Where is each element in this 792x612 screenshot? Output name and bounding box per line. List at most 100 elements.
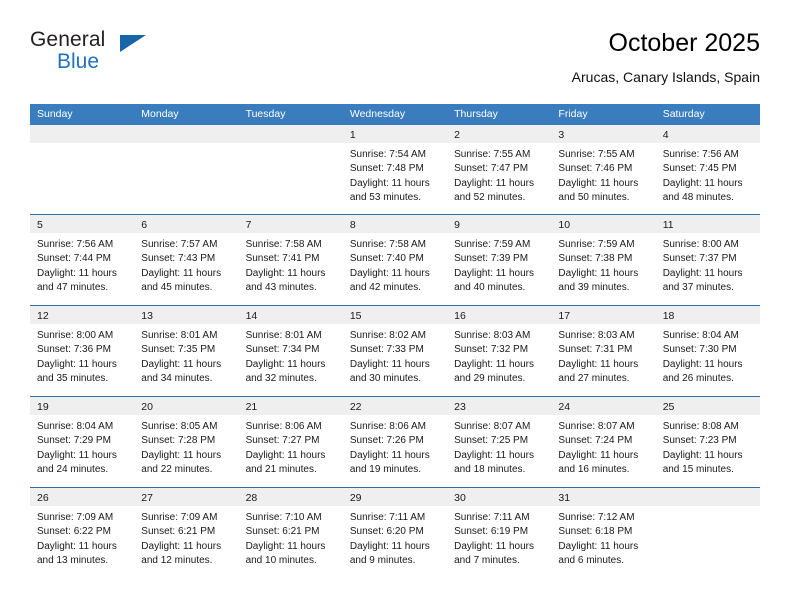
calendar-day-cell[interactable]: 16 Sunrise: 8:03 AM Sunset: 7:32 PM Dayligh… — [447, 306, 552, 396]
day-number: 5 — [37, 219, 43, 231]
day-info-line: Sunrise: 7:58 AM — [245, 239, 322, 250]
day-info-line: Daylight: 11 hours — [454, 540, 534, 552]
day-info-line: and 9 minutes. — [349, 555, 416, 567]
calendar-cell-empty — [655, 488, 760, 578]
day-info-line: Sunset: 7:47 PM — [454, 163, 529, 175]
calendar-day-cell[interactable]: 3 Sunrise: 7:55 AM Sunset: 7:46 PM Daylight… — [551, 125, 656, 214]
day-info-line: and 40 minutes. — [454, 282, 526, 294]
day-info-line: and 12 minutes. — [141, 555, 213, 567]
calendar-day-cell[interactable]: 11 Sunrise: 8:00 AM Sunset: 7:37 PM Dayligh… — [655, 215, 760, 305]
calendar-day-cell[interactable]: 8 Sunrise: 7:58 AM Sunset: 7:40 PM Daylight… — [342, 215, 448, 305]
day-details — [30, 143, 134, 148]
day-number-band — [134, 125, 239, 143]
day-details: Sunrise: 8:03 AM Sunset: 7:32 PM Daylight:… — [447, 324, 551, 387]
day-number: 17 — [558, 310, 571, 322]
day-details: Sunrise: 8:00 AM Sunset: 7:36 PM Daylight:… — [30, 324, 134, 387]
day-details: Sunrise: 8:06 AM Sunset: 7:27 PM Daylight:… — [239, 415, 343, 478]
day-details: Sunrise: 7:12 AM Sunset: 6:18 PM Daylight:… — [551, 506, 655, 569]
day-details: Sunrise: 8:01 AM Sunset: 7:35 PM Daylight:… — [134, 324, 238, 387]
calendar-week-row: 1 Sunrise: 7:54 AM Sunset: 7:48 PM Daylight… — [30, 125, 760, 214]
day-number-band: 4 — [655, 125, 760, 143]
day-details — [239, 143, 343, 148]
day-number: 16 — [454, 310, 466, 322]
calendar-day-cell[interactable]: 19 Sunrise: 8:04 AM Sunset: 7:29 PM Dayligh… — [30, 397, 135, 487]
day-number-band: 1 — [342, 125, 448, 143]
calendar-day-cell[interactable]: 7 Sunrise: 7:58 AM Sunset: 7:41 PM Daylight… — [238, 215, 343, 305]
day-info-line: Daylight: 11 hours — [662, 449, 743, 461]
calendar-day-cell[interactable]: 20 Sunrise: 8:05 AM Sunset: 7:28 PM Dayligh… — [134, 397, 239, 487]
calendar-day-cell[interactable]: 30 Sunrise: 7:11 AM Sunset: 6:19 PM Dayligh… — [447, 488, 552, 578]
day-info-line: Sunset: 7:45 PM — [662, 163, 737, 175]
calendar-day-cell[interactable]: 25 Sunrise: 8:08 AM Sunset: 7:23 PM Dayligh… — [655, 397, 760, 487]
day-info-line: Sunset: 7:29 PM — [37, 435, 111, 447]
day-info-line: Daylight: 11 hours — [141, 449, 222, 461]
day-info-line: Sunset: 7:36 PM — [37, 344, 111, 356]
day-number: 6 — [141, 219, 148, 231]
logo-text-general: General — [30, 28, 106, 51]
day-info-line: Daylight: 11 hours — [662, 267, 743, 279]
calendar-day-cell[interactable]: 14 Sunrise: 8:01 AM Sunset: 7:34 PM Dayligh… — [238, 306, 343, 396]
day-info-line: Sunset: 7:44 PM — [37, 253, 111, 265]
calendar-day-cell[interactable]: 4 Sunrise: 7:56 AM Sunset: 7:45 PM Daylight… — [655, 125, 760, 214]
day-number-band: 29 — [342, 488, 448, 506]
calendar-week-row: 26 Sunrise: 7:09 AM Sunset: 6:22 PM Dayligh… — [30, 487, 760, 578]
calendar-day-cell[interactable]: 27 Sunrise: 7:09 AM Sunset: 6:21 PM Dayligh… — [134, 488, 239, 578]
day-info-line: Daylight: 11 hours — [558, 267, 639, 279]
weekday-header-sunday: Sunday — [37, 108, 73, 120]
day-number-band: 27 — [134, 488, 239, 506]
day-info-line: Sunset: 7:37 PM — [662, 253, 737, 265]
calendar-day-cell[interactable]: 24 Sunrise: 8:07 AM Sunset: 7:24 PM Dayligh… — [551, 397, 656, 487]
day-info-line: Daylight: 11 hours — [662, 177, 743, 189]
calendar-day-cell[interactable]: 5 Sunrise: 7:56 AM Sunset: 7:44 PM Daylight… — [30, 215, 135, 305]
day-number-band: 30 — [447, 488, 552, 506]
day-number: 2 — [454, 129, 460, 141]
day-details: Sunrise: 7:59 AM Sunset: 7:38 PM Daylight:… — [551, 233, 655, 296]
calendar-day-cell[interactable]: 17 Sunrise: 8:03 AM Sunset: 7:31 PM Dayligh… — [551, 306, 656, 396]
day-info-line: and 35 minutes. — [37, 373, 109, 385]
day-details: Sunrise: 7:10 AM Sunset: 6:21 PM Daylight:… — [239, 506, 343, 569]
day-info-line: Sunset: 7:23 PM — [662, 435, 737, 447]
logo-triangle-icon — [120, 35, 146, 52]
day-number-band: 7 — [238, 215, 343, 233]
calendar-cell-empty — [134, 125, 239, 214]
day-info-line: and 24 minutes. — [37, 464, 109, 476]
general-blue-logo: General Blue — [30, 28, 170, 84]
calendar-day-cell[interactable]: 2 Sunrise: 7:55 AM Sunset: 7:47 PM Daylight… — [447, 125, 552, 214]
day-info-line: Sunset: 7:35 PM — [141, 344, 216, 356]
calendar-cell-empty — [30, 125, 135, 214]
calendar-day-cell[interactable]: 15 Sunrise: 8:02 AM Sunset: 7:33 PM Dayligh… — [342, 306, 448, 396]
day-info-line: Sunset: 6:21 PM — [141, 526, 216, 538]
day-info-line: Sunrise: 7:11 AM — [349, 512, 426, 523]
calendar-day-cell[interactable]: 1 Sunrise: 7:54 AM Sunset: 7:48 PM Daylight… — [342, 125, 448, 214]
calendar-day-cell[interactable]: 10 Sunrise: 7:59 AM Sunset: 7:38 PM Dayligh… — [551, 215, 656, 305]
day-info-line: Sunrise: 7:55 AM — [454, 149, 531, 160]
weekday-header-saturday: Saturday — [662, 108, 705, 120]
day-info-line: Sunrise: 7:11 AM — [454, 512, 530, 523]
day-info-line: Sunrise: 8:07 AM — [558, 421, 635, 432]
day-info-line: Sunrise: 7:09 AM — [37, 512, 114, 523]
day-details: Sunrise: 7:09 AM Sunset: 6:21 PM Daylight:… — [134, 506, 238, 569]
calendar-day-cell[interactable]: 29 Sunrise: 7:11 AM Sunset: 6:20 PM Dayligh… — [342, 488, 448, 578]
calendar-day-cell[interactable]: 23 Sunrise: 8:07 AM Sunset: 7:25 PM Dayligh… — [447, 397, 552, 487]
day-info-line: Daylight: 11 hours — [349, 358, 430, 370]
calendar-day-cell[interactable]: 13 Sunrise: 8:01 AM Sunset: 7:35 PM Dayligh… — [134, 306, 239, 396]
calendar-day-cell[interactable]: 31 Sunrise: 7:12 AM Sunset: 6:18 PM Dayligh… — [551, 488, 656, 578]
calendar-day-cell[interactable]: 6 Sunrise: 7:57 AM Sunset: 7:43 PM Daylight… — [134, 215, 239, 305]
day-number-band: 20 — [134, 397, 239, 415]
day-details: Sunrise: 8:01 AM Sunset: 7:34 PM Daylight:… — [239, 324, 343, 387]
day-number-band: 21 — [238, 397, 343, 415]
calendar-day-cell[interactable]: 21 Sunrise: 8:06 AM Sunset: 7:27 PM Dayligh… — [238, 397, 343, 487]
calendar-day-cell[interactable]: 26 Sunrise: 7:09 AM Sunset: 6:22 PM Dayligh… — [30, 488, 135, 578]
calendar-day-cell[interactable]: 18 Sunrise: 8:04 AM Sunset: 7:30 PM Dayligh… — [655, 306, 760, 396]
day-info-line: Sunset: 6:21 PM — [245, 526, 320, 538]
calendar-day-cell[interactable]: 9 Sunrise: 7:59 AM Sunset: 7:39 PM Daylight… — [447, 215, 552, 305]
weekday-header-row: Sunday Monday Tuesday Wednesday Thursday Frid… — [30, 104, 760, 125]
day-number: 18 — [662, 310, 675, 322]
day-info-line: Sunset: 7:27 PM — [245, 435, 320, 447]
calendar-day-cell[interactable]: 22 Sunrise: 8:06 AM Sunset: 7:26 PM Dayligh… — [342, 397, 448, 487]
calendar-day-cell[interactable]: 28 Sunrise: 7:10 AM Sunset: 6:21 PM Dayligh… — [238, 488, 343, 578]
day-info-line: Daylight: 11 hours — [349, 449, 430, 461]
calendar-day-cell[interactable]: 12 Sunrise: 8:00 AM Sunset: 7:36 PM Dayligh… — [30, 306, 135, 396]
day-info-line: Sunset: 7:30 PM — [662, 344, 737, 356]
day-info-line: Sunset: 7:41 PM — [245, 253, 320, 265]
